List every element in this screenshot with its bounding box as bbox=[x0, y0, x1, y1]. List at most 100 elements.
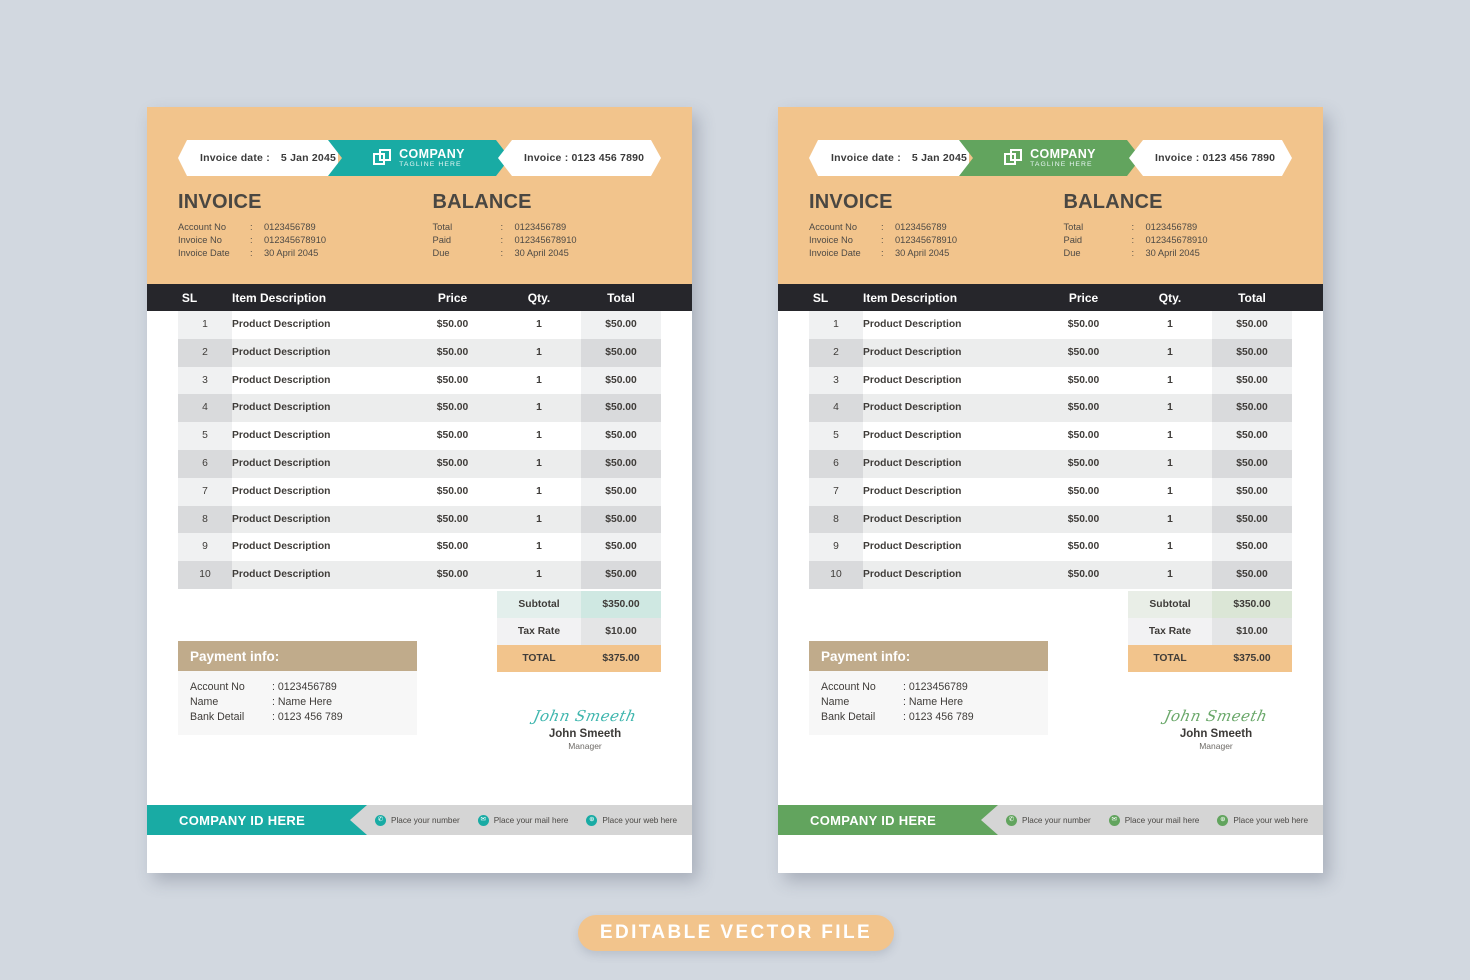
phone-icon: ✆ bbox=[1006, 814, 1017, 826]
payment-label: Name bbox=[821, 695, 850, 708]
cell-sl: 6 bbox=[178, 449, 232, 478]
footer-web-text: Place your web here bbox=[1233, 815, 1308, 825]
grand-total-row: TOTAL $375.00 bbox=[1128, 644, 1292, 672]
detail-sep: : bbox=[1131, 247, 1135, 258]
cell-price: $50.00 bbox=[1039, 561, 1128, 589]
footer-mail-text: Place your mail here bbox=[1124, 815, 1200, 825]
page-footer: COMPANY ID HERE ✆ Place your number ✉ Plac… bbox=[778, 805, 1323, 835]
company-logo-text: COMPANY TAGLINE HERE bbox=[1030, 148, 1096, 169]
cell-price: $50.00 bbox=[1039, 477, 1128, 506]
company-name: COMPANY bbox=[1030, 146, 1096, 161]
cell-total: $50.00 bbox=[1212, 505, 1292, 534]
invoice-header-band: Invoice date : 5 Jan 2045 COMPANY TAGLIN… bbox=[147, 107, 692, 284]
column-header-qty: Qty. bbox=[1158, 290, 1182, 305]
table-row: 1 Product Description $50.00 1 $50.00 bbox=[809, 311, 1292, 339]
cell-sl: 5 bbox=[178, 422, 232, 450]
cell-qty: 1 bbox=[1128, 366, 1212, 395]
cell-total: $50.00 bbox=[1212, 366, 1292, 395]
invoice-details-table: Account No : 0123456789 Invoice No : 012… bbox=[809, 220, 957, 260]
subtotal-value: $350.00 bbox=[581, 590, 661, 618]
detail-value: 012345678910 bbox=[895, 234, 958, 245]
globe-icon: ⊕ bbox=[1217, 814, 1229, 826]
footer-mail-text: Place your mail here bbox=[493, 815, 569, 825]
table-row: 3 Product Description $50.00 1 $50.00 bbox=[809, 366, 1292, 395]
cell-price: $50.00 bbox=[408, 533, 497, 562]
table-row: 4 Product Description $50.00 1 $50.00 bbox=[809, 394, 1292, 423]
subtotal-value: $350.00 bbox=[1212, 590, 1292, 618]
cell-desc: Product Description bbox=[863, 477, 1039, 506]
items-table-body: 1 Product Description $50.00 1 $50.00 2 Produ… bbox=[147, 311, 692, 589]
column-header-price: Price bbox=[437, 290, 468, 305]
invoice-detail-row: Invoice Date : 30 April 2045 bbox=[178, 246, 326, 259]
overlapping-squares-icon bbox=[1004, 149, 1023, 168]
payment-label: Name bbox=[190, 695, 219, 708]
table-row: 6 Product Description $50.00 1 $50.00 bbox=[809, 449, 1292, 478]
detail-label: Paid bbox=[1063, 234, 1083, 245]
cell-total: $50.00 bbox=[1212, 422, 1292, 450]
table-row: 8 Product Description $50.00 1 $50.00 bbox=[178, 505, 661, 534]
invoice-date-tab: Invoice date : 5 Jan 2045 bbox=[809, 140, 969, 176]
cell-qty: 1 bbox=[497, 311, 581, 339]
payment-label: Account No bbox=[821, 680, 876, 693]
detail-label: Invoice Date bbox=[809, 247, 861, 258]
cell-desc: Product Description bbox=[232, 338, 408, 367]
detail-sep: : bbox=[1131, 221, 1135, 232]
column-header-sl: SL bbox=[181, 290, 198, 305]
cell-total: $50.00 bbox=[581, 394, 661, 423]
payment-label: Bank Detail bbox=[821, 710, 876, 723]
company-logo-block: COMPANY TAGLINE HERE bbox=[959, 140, 1141, 176]
cell-price: $50.00 bbox=[1039, 449, 1128, 478]
cell-total: $50.00 bbox=[581, 561, 661, 589]
detail-value: 0123456789 bbox=[264, 221, 316, 232]
signatory-role: Manager bbox=[568, 741, 602, 751]
cell-price: $50.00 bbox=[1039, 394, 1128, 423]
detail-value: 012345678910 bbox=[1145, 234, 1208, 245]
footer-contact-mail: ✉ Place your mail here bbox=[477, 814, 569, 826]
table-row: 5 Product Description $50.00 1 $50.00 bbox=[809, 422, 1292, 450]
cell-qty: 1 bbox=[497, 338, 581, 367]
subtotal-row: Subtotal $350.00 bbox=[1128, 590, 1292, 618]
invoice-details-block: INVOICE Account No : 0123456789 Invoice … bbox=[178, 191, 420, 260]
tax-label: Tax Rate bbox=[497, 617, 581, 645]
detail-value: 0123456789 bbox=[895, 221, 947, 232]
payment-value: : 0123456789 bbox=[903, 680, 968, 693]
cell-qty: 1 bbox=[497, 505, 581, 534]
invoice-header-band: Invoice date : 5 Jan 2045 COMPANY TAGLIN… bbox=[778, 107, 1323, 284]
table-row: 3 Product Description $50.00 1 $50.00 bbox=[178, 366, 661, 395]
detail-label: Total bbox=[432, 221, 453, 232]
detail-sep: : bbox=[1131, 234, 1135, 245]
tax-value: $10.00 bbox=[1212, 617, 1292, 645]
cell-sl: 3 bbox=[809, 366, 863, 395]
balance-detail-row: Paid : 012345678910 bbox=[433, 233, 577, 246]
table-row: 5 Product Description $50.00 1 $50.00 bbox=[178, 422, 661, 450]
tax-row: Tax Rate $10.00 bbox=[1128, 617, 1292, 645]
column-header-total: Total bbox=[607, 290, 635, 305]
company-id-tag: COMPANY ID HERE bbox=[147, 805, 367, 835]
invoice-detail-row: Invoice No : 012345678910 bbox=[178, 233, 326, 246]
overlapping-squares-icon bbox=[373, 149, 392, 168]
column-header-total: Total bbox=[1238, 290, 1266, 305]
cell-price: $50.00 bbox=[408, 422, 497, 450]
balance-detail-row: Total : 0123456789 bbox=[433, 220, 577, 233]
cell-price: $50.00 bbox=[408, 338, 497, 367]
cell-price: $50.00 bbox=[1039, 338, 1128, 367]
signature-block: John Smeeth John Smeeth Manager bbox=[510, 707, 660, 751]
cell-desc: Product Description bbox=[232, 477, 408, 506]
cell-qty: 1 bbox=[1128, 561, 1212, 589]
table-row: 7 Product Description $50.00 1 $50.00 bbox=[178, 477, 661, 506]
detail-sep: : bbox=[500, 247, 504, 258]
company-id-tag: COMPANY ID HERE bbox=[778, 805, 998, 835]
cell-sl: 7 bbox=[178, 477, 232, 506]
cell-price: $50.00 bbox=[408, 366, 497, 395]
cell-total: $50.00 bbox=[581, 422, 661, 450]
payment-info-block: Payment info: Account No: 0123456789 Nam… bbox=[178, 641, 417, 735]
payment-label: Bank Detail bbox=[190, 710, 245, 723]
cell-sl: 5 bbox=[809, 422, 863, 450]
cell-desc: Product Description bbox=[863, 366, 1039, 395]
detail-sep: : bbox=[250, 247, 253, 258]
cell-sl: 1 bbox=[178, 311, 232, 339]
detail-label: Due bbox=[1063, 247, 1081, 258]
balance-details-block: BALANCE Total : 0123456789 Paid : 012345… bbox=[420, 191, 662, 260]
column-header-sl: SL bbox=[812, 290, 829, 305]
cell-qty: 1 bbox=[1128, 311, 1212, 339]
